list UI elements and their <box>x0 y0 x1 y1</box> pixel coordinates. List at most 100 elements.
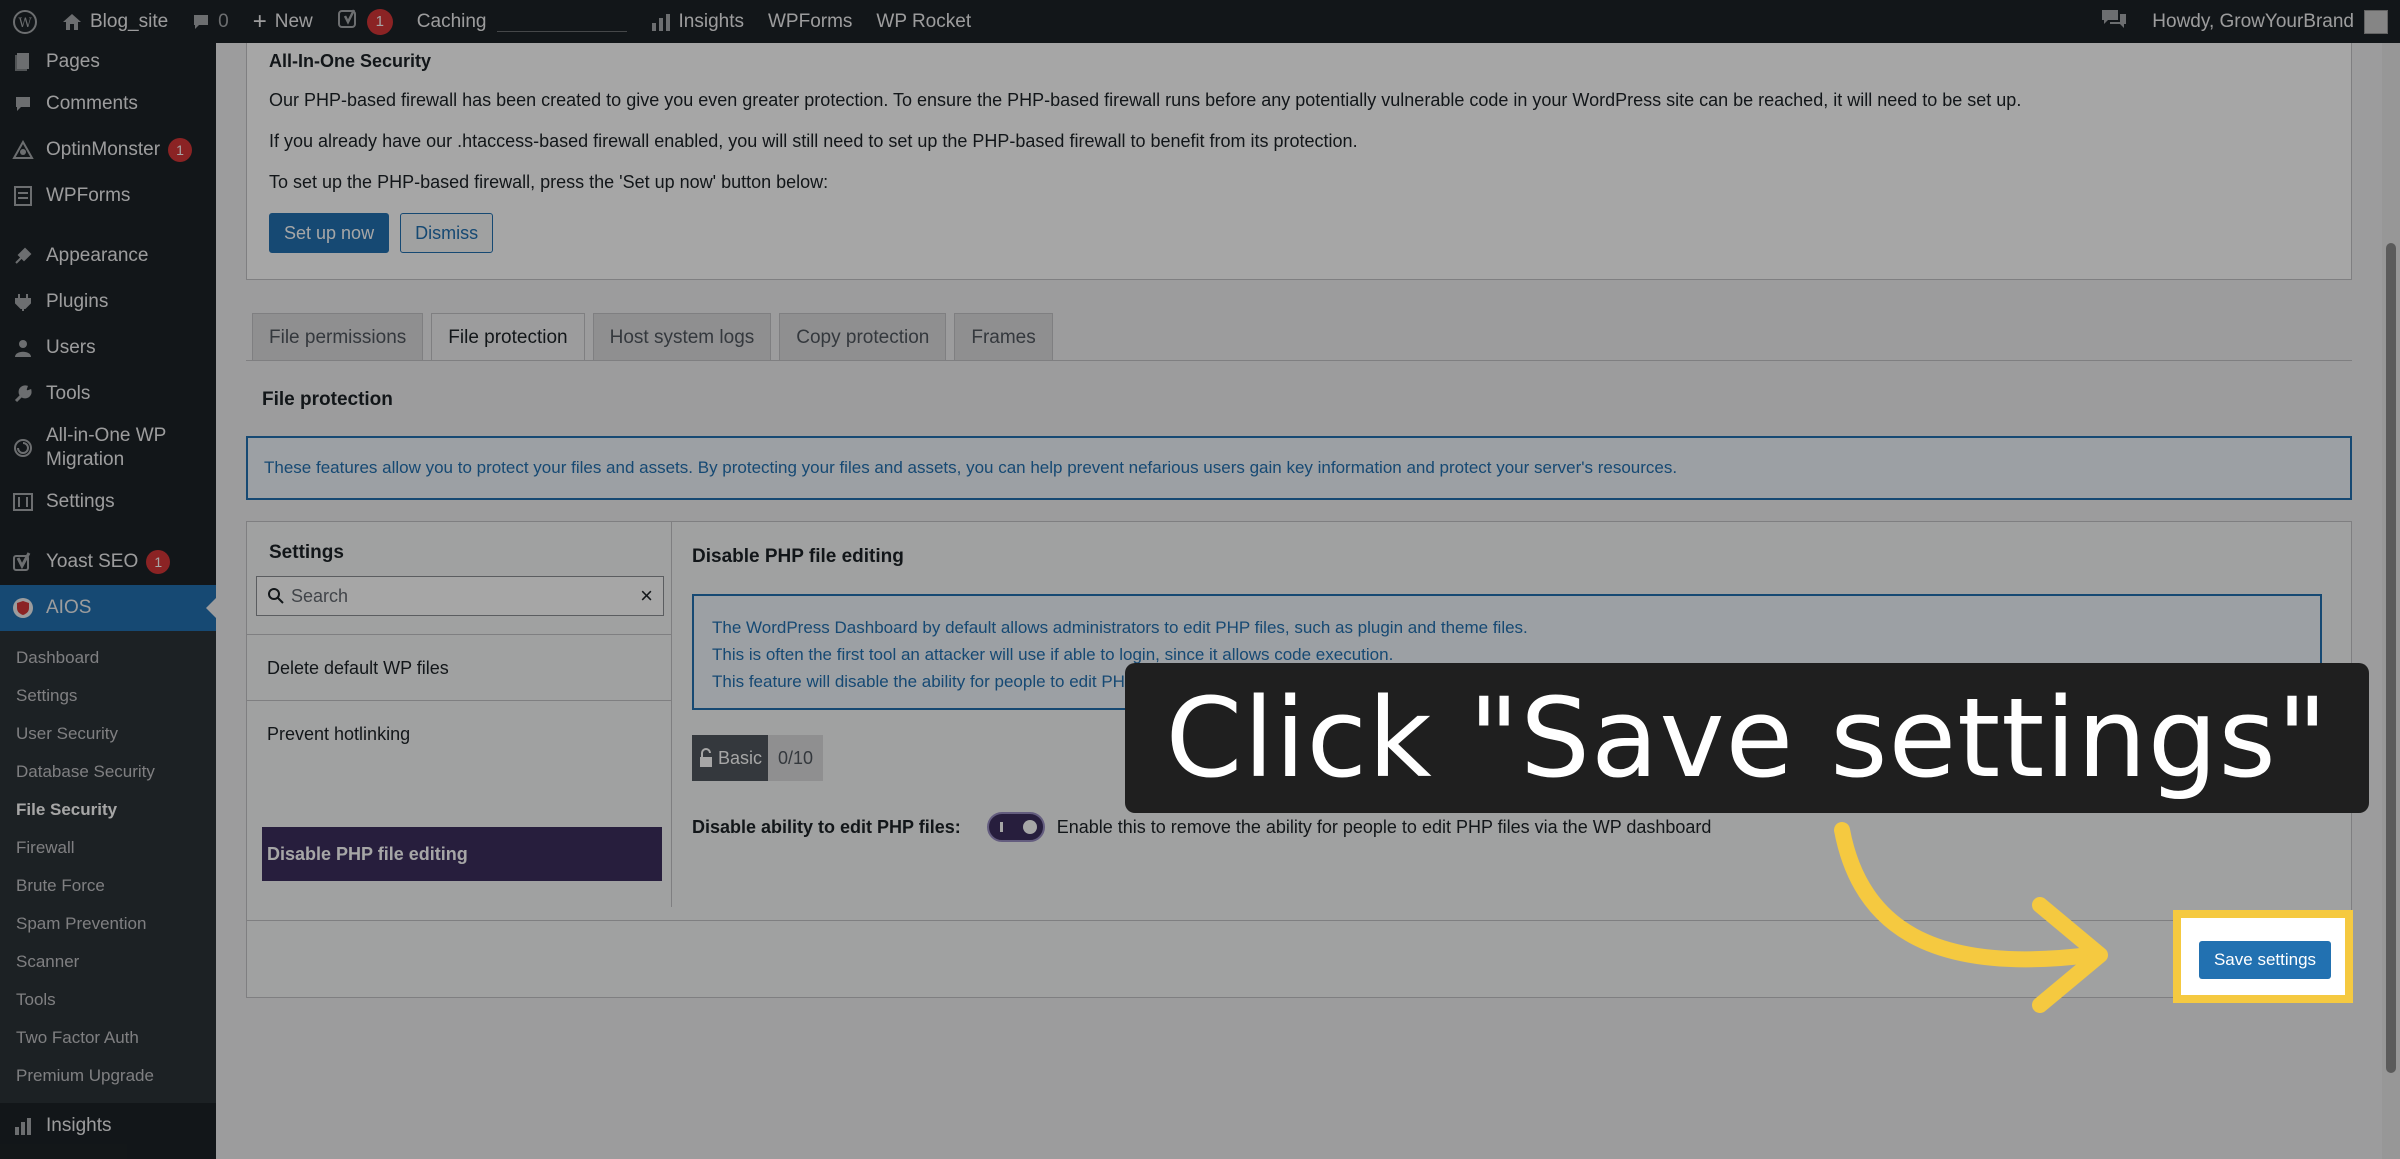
sidebar-item-pages[interactable]: Pages <box>0 43 216 81</box>
tab-file-permissions[interactable]: File permissions <box>252 313 424 361</box>
caching-menu[interactable]: Caching <box>405 0 639 43</box>
save-button-highlight: Save settings <box>2173 910 2353 1003</box>
plus-icon: + <box>252 7 267 35</box>
submenu-file-security[interactable]: File Security <box>0 791 216 829</box>
sidebar-item-migration[interactable]: All-in-One WP Migration <box>0 417 216 479</box>
home-icon <box>62 13 82 31</box>
admin-bar: W Blog_site 0 + New 1 Caching Insights W… <box>0 0 2400 43</box>
avatar <box>2364 9 2388 34</box>
notifications-menu[interactable] <box>2088 0 2140 43</box>
submenu-firewall[interactable]: Firewall <box>0 829 216 867</box>
submenu-user-security[interactable]: User Security <box>0 715 216 753</box>
sidebar-separator <box>0 525 216 539</box>
sidebar-item-label: Plugins <box>46 291 109 312</box>
lock-icon <box>700 748 712 767</box>
account-menu[interactable]: Howdy, GrowYourBrand <box>2140 0 2400 43</box>
settings-item-disable-php-file-editing[interactable]: Disable PHP file editing <box>262 827 662 881</box>
sliders-icon <box>10 493 36 511</box>
sidebar-separator <box>0 219 216 233</box>
badge-basic-text: Basic <box>718 748 763 768</box>
settings-nav: Settings Search × Delete default WP file… <box>247 522 672 907</box>
info-box: These features allow you to protect your… <box>246 436 2352 500</box>
sidebar-item-aios[interactable]: AIOS <box>0 585 216 631</box>
new-content-link[interactable]: + New <box>241 0 325 43</box>
tab-host-system-logs[interactable]: Host system logs <box>592 313 772 361</box>
search-placeholder: Search <box>291 585 349 606</box>
insights-label: Insights <box>678 10 744 32</box>
sidebar-item-label: Tools <box>46 383 91 404</box>
tab-file-protection[interactable]: File protection <box>431 313 585 361</box>
submenu-tools[interactable]: Tools <box>0 981 216 1019</box>
settings-item-delete-default-wp-files[interactable]: Delete default WP files <box>247 634 672 700</box>
wpforms-menu[interactable]: WPForms <box>756 0 864 43</box>
submenu-brute-force[interactable]: Brute Force <box>0 867 216 905</box>
yoast-icon <box>337 8 359 36</box>
sidebar-item-insights[interactable]: Insights <box>0 1103 216 1149</box>
sidebar-item-tools[interactable]: Tools <box>0 371 216 417</box>
optinmonster-badge: 1 <box>168 138 193 162</box>
page-scrollbar[interactable] <box>2382 43 2400 1159</box>
toggle-row: Disable ability to edit PHP files: Enabl… <box>692 812 1711 842</box>
tab-copy-protection[interactable]: Copy protection <box>779 313 947 361</box>
dismiss-button[interactable]: Dismiss <box>400 213 494 253</box>
yoast-icon <box>10 552 36 572</box>
submenu-settings[interactable]: Settings <box>0 677 216 715</box>
submenu-premium-upgrade[interactable]: Premium Upgrade <box>0 1057 216 1095</box>
yoast-badge: 1 <box>146 550 171 574</box>
appearance-icon <box>10 246 36 266</box>
setup-now-button[interactable]: Set up now <box>269 213 390 253</box>
sidebar-item-wpforms[interactable]: WPForms <box>0 173 216 219</box>
submenu-spam-prevention[interactable]: Spam Prevention <box>0 905 216 943</box>
admin-sidebar: Pages Comments OptinMonster 1 WPForms Ap… <box>0 43 216 1159</box>
bar-chart-icon <box>10 1117 36 1135</box>
pages-icon <box>10 52 36 72</box>
tutorial-callout: Click "Save settings" <box>1125 663 2369 813</box>
firewall-notice: All-In-One Security Our PHP-based firewa… <box>246 43 2352 280</box>
wprocket-menu[interactable]: WP Rocket <box>864 0 983 43</box>
disable-php-editing-toggle[interactable] <box>986 812 1045 842</box>
greeting-label: Howdy, GrowYourBrand <box>2152 10 2354 32</box>
tab-frames[interactable]: Frames <box>954 313 1053 361</box>
sidebar-item-label: OptinMonster <box>46 139 161 160</box>
sidebar-item-plugins[interactable]: Plugins <box>0 279 216 325</box>
sidebar-item-comments[interactable]: Comments <box>0 81 216 127</box>
wpforms-label: WPForms <box>767 10 853 32</box>
sidebar-item-appearance[interactable]: Appearance <box>0 233 216 279</box>
page-title: File protection <box>262 389 393 410</box>
shield-icon <box>10 597 36 619</box>
users-icon <box>10 338 36 358</box>
wrench-icon <box>10 384 36 404</box>
feature-title: Disable PHP file editing <box>692 546 904 567</box>
plugins-icon <box>10 292 36 312</box>
notice-title: All-In-One Security <box>269 51 432 71</box>
yoast-menu[interactable]: 1 <box>325 0 405 43</box>
notice-paragraph-2: If you already have our .htaccess-based … <box>269 131 1358 151</box>
save-settings-button[interactable]: Save settings <box>2199 941 2331 979</box>
clear-search-icon[interactable]: × <box>640 583 653 609</box>
submenu-database-security[interactable]: Database Security <box>0 753 216 791</box>
sidebar-item-label: Comments <box>46 93 138 114</box>
search-input[interactable]: Search × <box>256 576 664 616</box>
sidebar-item-label: WPForms <box>46 185 131 206</box>
sidebar-item-settings[interactable]: Settings <box>0 479 216 525</box>
wpforms-icon <box>10 186 36 206</box>
settings-item-prevent-hotlinking[interactable]: Prevent hotlinking <box>247 700 672 766</box>
search-icon <box>267 587 285 605</box>
submenu-dashboard[interactable]: Dashboard <box>0 639 216 677</box>
scrollbar-thumb[interactable] <box>2386 243 2396 1073</box>
sidebar-item-yoast[interactable]: Yoast SEO 1 <box>0 539 216 585</box>
feature-info-line-1: The WordPress Dashboard by default allow… <box>712 618 1528 637</box>
sidebar-item-users[interactable]: Users <box>0 325 216 371</box>
comments-link[interactable]: 0 <box>180 0 241 43</box>
wordpress-logo-icon[interactable]: W <box>0 0 50 43</box>
submenu-two-factor-auth[interactable]: Two Factor Auth <box>0 1019 216 1057</box>
sidebar-item-label: AIOS <box>46 597 92 618</box>
site-name-label: Blog_site <box>90 10 169 32</box>
comments-count: 0 <box>218 10 229 32</box>
sidebar-item-optinmonster[interactable]: OptinMonster 1 <box>0 127 216 173</box>
aios-submenu: Dashboard Settings User Security Databas… <box>0 631 216 1103</box>
insights-menu[interactable]: Insights <box>639 0 756 43</box>
site-name-link[interactable]: Blog_site <box>50 0 180 43</box>
submenu-scanner[interactable]: Scanner <box>0 943 216 981</box>
tab-divider <box>246 360 2352 361</box>
